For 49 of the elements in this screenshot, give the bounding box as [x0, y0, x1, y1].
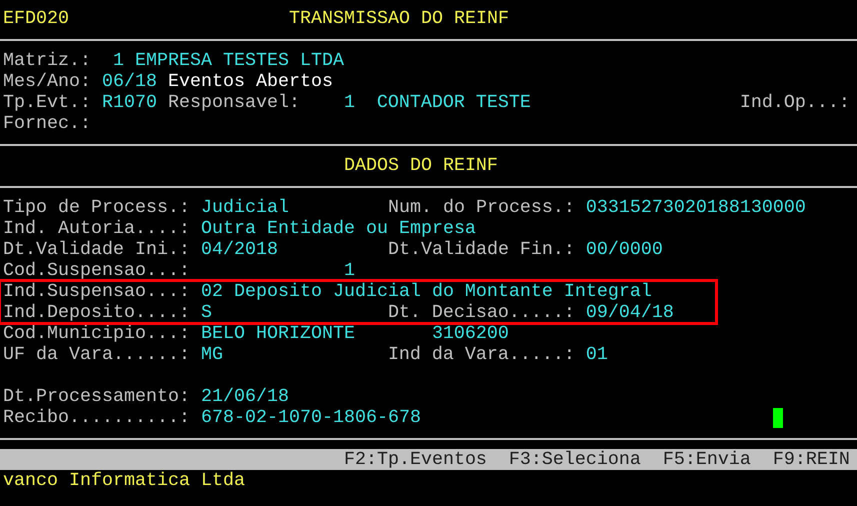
field-value: 01: [586, 344, 608, 365]
field-value: S: [200, 302, 212, 323]
field-label: Cod.Municipio...:: [3, 323, 190, 344]
company-name: vanco Informatica Ltda: [3, 470, 245, 491]
field-value: R1070: [102, 92, 157, 113]
field-label: Tipo de Process.:: [3, 197, 190, 218]
function-key: F3:Seleciona: [508, 449, 641, 470]
field-label: Ind.Suspensao...:: [3, 281, 190, 302]
field-label: Tp.Evt.:: [3, 92, 91, 113]
field-value: 04/2018: [200, 239, 278, 260]
field-value: MG: [200, 344, 223, 365]
field-label: Recibo..........:: [3, 407, 190, 428]
field-value: 00/0000: [586, 239, 663, 260]
function-key: F5:Envia: [662, 449, 751, 470]
field-label: Dt. Decisao.....:: [388, 302, 575, 323]
field-label: Dt.Validade Fin.:: [388, 239, 575, 260]
field-value: 678-02-1070-1806-678: [200, 407, 421, 428]
field-value: 3106200: [432, 323, 509, 344]
field-label: Ind. Autoria....:: [3, 218, 190, 239]
function-key: F2:Tp.Eventos: [344, 449, 487, 470]
field-value: Outra Entidade ou Empresa: [200, 218, 476, 239]
field-label: Dt.Validade Ini.:: [3, 239, 190, 260]
status-text: Eventos Abertos: [168, 71, 333, 92]
field-label: UF da Vara......:: [3, 344, 190, 365]
field-value: 06/18: [102, 71, 157, 92]
field-value: 02 Deposito Judicial do Montante Integral: [200, 281, 652, 302]
section-title: DADOS DO REINF: [344, 155, 498, 176]
field-label: Dt.Processamento:: [3, 386, 190, 407]
field-label: Ind.Deposito....:: [3, 302, 190, 323]
screen-title: TRANSMISSAO DO REINF: [288, 8, 509, 29]
field-value: CONTADOR TESTE: [376, 92, 531, 113]
program-code: EFD020: [3, 8, 69, 29]
field-value: 21/06/18: [200, 386, 289, 407]
field-label: Cod.Suspensao...:: [3, 260, 190, 281]
field-value: 1: [344, 92, 355, 113]
field-value: 1 EMPRESA TESTES LTDA: [112, 50, 344, 71]
field-value: BELO HORIZONTE: [200, 323, 355, 344]
field-label: Num. do Process.:: [388, 197, 575, 218]
field-label: Ind da Vara.....:: [388, 344, 575, 365]
field-value: Judicial: [200, 197, 289, 218]
function-key: F9:REIN: [772, 449, 850, 470]
field-label: Matriz.:: [3, 50, 91, 71]
field-label: Mes/Ano:: [3, 71, 91, 92]
field-value: 03315273020188130000: [586, 197, 806, 218]
field-value: 09/04/18: [586, 302, 674, 323]
field-label: Responsavel:: [168, 92, 300, 113]
field-value: 1: [344, 260, 355, 281]
field-label: Ind.Op...:: [740, 92, 850, 113]
field-label: Fornec.:: [3, 113, 91, 134]
